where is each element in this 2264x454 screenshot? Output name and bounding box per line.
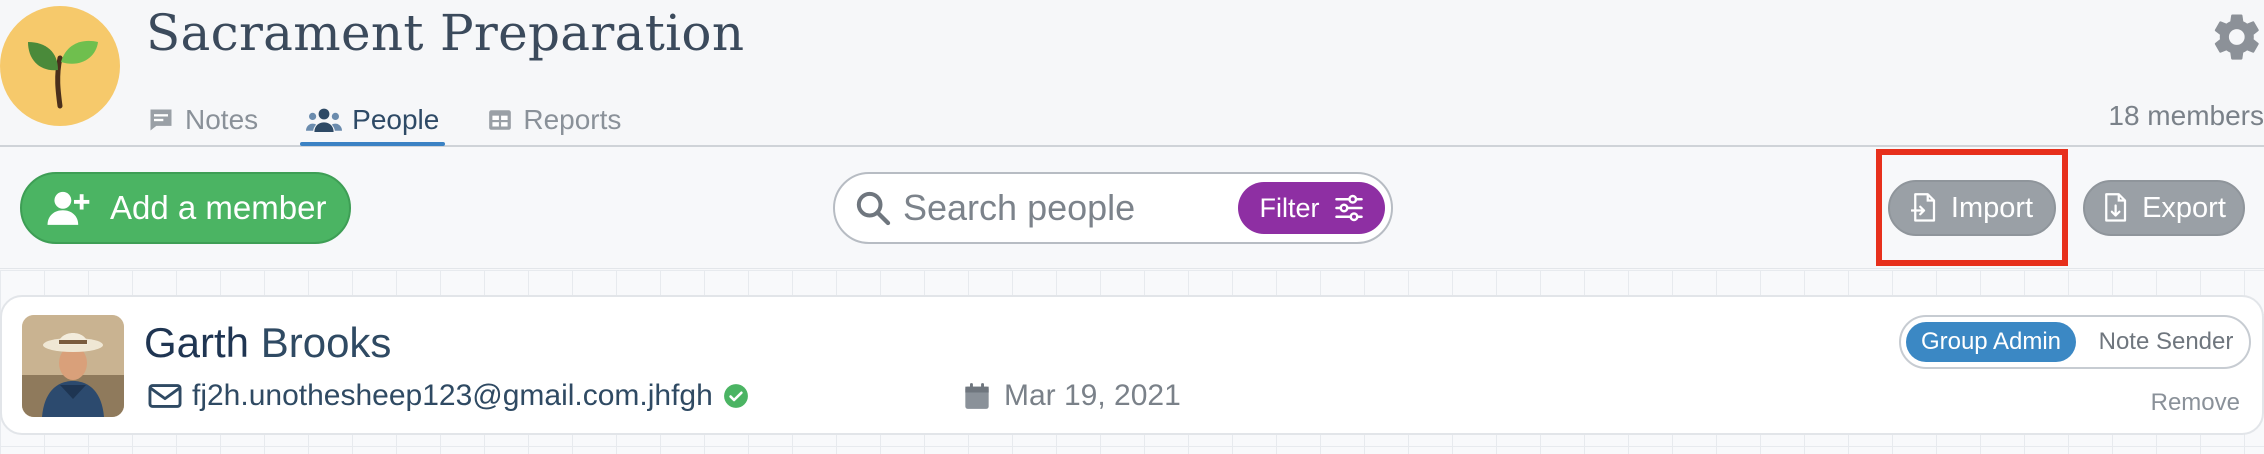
export-button[interactable]: Export [2083,180,2245,236]
tab-people[interactable]: People [300,94,446,146]
add-member-label: Add a member [110,189,327,226]
role-group-admin[interactable]: Group Admin [1906,322,2076,362]
remove-member-link[interactable]: Remove [2151,389,2240,417]
people-toolbar: Add a member Filter [0,149,2264,269]
tab-notes[interactable]: Notes [145,94,260,145]
file-import-icon [1910,193,1936,222]
search-box: Filter [833,172,1393,244]
role-note-sender[interactable]: Note Sender [2087,322,2245,362]
import-label: Import [1950,191,2034,224]
reports-icon [489,109,512,130]
avatar [22,315,124,417]
section-tabs: Notes People Reports [145,94,667,147]
group-logo [0,6,120,126]
search-input[interactable] [903,186,1233,230]
verified-check-icon [723,384,748,408]
file-export-icon [2105,193,2127,222]
notes-icon [150,109,172,130]
members-count: 18 members [2108,100,2264,131]
tab-notes-label: Notes [185,103,259,135]
member-first-name: Garth [144,319,250,366]
member-date-row: Mar 19, 2021 [964,379,1181,413]
page-title: Sacrament Preparation [146,4,745,62]
member-email-row: fj2h.unothesheep123@gmail.com.jhfgh [148,379,749,413]
member-card: Garth Brooks fj2h.unothesheep123@gmail.c… [0,295,2264,435]
tab-people-label: People [352,103,440,135]
settings-gear-icon[interactable] [2210,10,2264,64]
filter-button[interactable]: Filter [1238,182,1385,234]
tab-reports[interactable]: Reports [485,94,623,145]
people-icon [306,108,343,132]
member-name: Garth Brooks [144,319,391,367]
export-label: Export [2142,191,2226,224]
add-user-icon [47,191,90,225]
member-photo [22,315,124,417]
member-last-name: Brooks [260,319,392,366]
member-date: Mar 19, 2021 [1004,379,1181,412]
search-icon [856,191,891,226]
calendar-icon [965,383,989,409]
import-button[interactable]: Import [1888,180,2056,236]
page-header: Sacrament Preparation Notes People Repor… [0,0,2264,147]
envelope-icon [148,384,182,408]
gear-icon [2214,14,2259,60]
member-email: fj2h.unothesheep123@gmail.com.jhfgh [192,379,713,412]
filter-label: Filter [1259,192,1320,223]
sprout-icon [28,40,98,109]
sliders-icon [1334,194,1363,222]
role-toggle: Group Admin Note Sender [1899,315,2251,369]
add-member-button[interactable]: Add a member [20,172,351,244]
tab-reports-label: Reports [523,103,622,135]
